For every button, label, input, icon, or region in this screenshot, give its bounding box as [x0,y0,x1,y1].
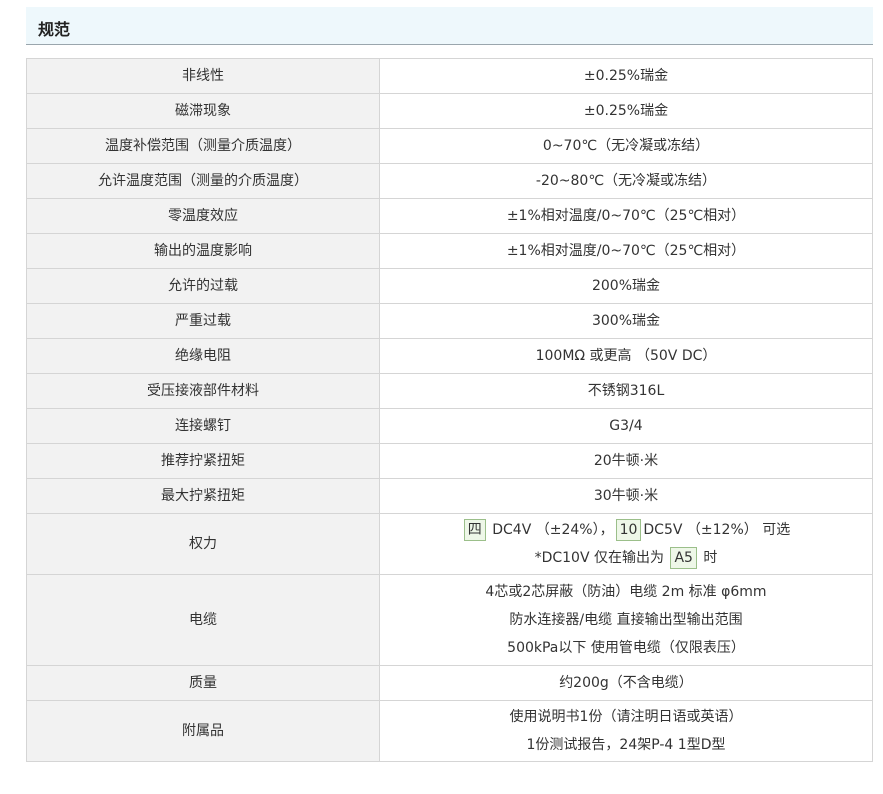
power-text-4: 时 [698,550,718,566]
row-label: 推荐拧紧扭矩 [26,443,380,479]
table-row-cable: 电缆 4芯或2芯屏蔽（防油）电缆 2m 标准 φ6mm 防水连接器/电缆 直接输… [26,574,873,666]
row-value: 100MΩ 或更高 （50V DC） [379,338,873,374]
row-value: 约200g（不含电缆） [379,665,873,701]
row-value: 0~70℃（无冷凝或冻结） [379,128,873,164]
cable-value: 4芯或2芯屏蔽（防油）电缆 2m 标准 φ6mm 防水连接器/电缆 直接输出型输… [379,574,873,666]
cable-line-3: 500kPa以下 使用管电缆（仅限表压） [507,640,745,656]
row-label: 允许的过载 [26,268,380,304]
power-text-3: *DC10V 仅在输出为 [534,550,669,566]
power-tag-a5: A5 [670,547,697,569]
table-row: 磁滞现象 ±0.25%瑞金 [26,93,873,129]
row-label: 绝缘电阻 [26,338,380,374]
table-row: 允许温度范围（测量的介质温度） -20~80℃（无冷凝或冻结） [26,163,873,199]
table-row: 最大拧紧扭矩 30牛顿·米 [26,478,873,514]
row-value: 不锈钢316L [379,373,873,409]
row-value: ±0.25%瑞金 [379,93,873,129]
power-text-2: DC5V （±12%） 可选 [643,522,791,538]
row-label: 温度补偿范围（测量介质温度） [26,128,380,164]
row-label: 磁滞现象 [26,93,380,129]
section-title: 规范 [38,20,71,39]
row-value: ±1%相对温度/0~70℃（25℃相对） [379,198,873,234]
row-label: 受压接液部件材料 [26,373,380,409]
row-value: G3/4 [379,408,873,444]
table-row: 绝缘电阻 100MΩ 或更高 （50V DC） [26,338,873,374]
row-label: 权力 [26,513,380,575]
accessories-value: 使用说明书1份（请注明日语或英语） 1份测试报告，24架P-4 1型D型 [379,700,873,762]
section-header: 规范 [26,7,873,45]
row-label: 质量 [26,665,380,701]
row-value: 200%瑞金 [379,268,873,304]
row-label: 允许温度范围（测量的介质温度） [26,163,380,199]
table-row: 非线性 ±0.25%瑞金 [26,58,873,94]
accessories-line-2: 1份测试报告，24架P-4 1型D型 [526,737,726,753]
cable-line-1: 4芯或2芯屏蔽（防油）电缆 2m 标准 φ6mm [485,584,767,600]
table-row: 受压接液部件材料 不锈钢316L [26,373,873,409]
row-value: ±0.25%瑞金 [379,58,873,94]
row-value: 20牛顿·米 [379,443,873,479]
table-row: 温度补偿范围（测量介质温度） 0~70℃（无冷凝或冻结） [26,128,873,164]
row-label: 附属品 [26,700,380,762]
accessories-line-1: 使用说明书1份（请注明日语或英语） [509,709,743,725]
row-label: 严重过载 [26,303,380,339]
row-label: 输出的温度影响 [26,233,380,269]
power-text-1: DC4V （±24%）， [487,522,614,538]
row-label: 最大拧紧扭矩 [26,478,380,514]
table-row-accessories: 附属品 使用说明书1份（请注明日语或英语） 1份测试报告，24架P-4 1型D型 [26,700,873,762]
row-value: 30牛顿·米 [379,478,873,514]
power-tag-4: 四 [463,519,486,541]
table-row: 连接螺钉 G3/4 [26,408,873,444]
table-row: 允许的过载 200%瑞金 [26,268,873,304]
table-row: 推荐拧紧扭矩 20牛顿·米 [26,443,873,479]
row-label: 非线性 [26,58,380,94]
table-row: 零温度效应 ±1%相对温度/0~70℃（25℃相对） [26,198,873,234]
power-tag-10: 10 [615,519,642,541]
row-value: -20~80℃（无冷凝或冻结） [379,163,873,199]
power-line-1: 四 DC4V （±24%）， 10 DC5V （±12%） 可选 [386,516,866,544]
table-row-mass: 质量 约200g（不含电缆） [26,665,873,701]
row-value: 300%瑞金 [379,303,873,339]
power-line-2: *DC10V 仅在输出为 A5 时 [386,544,866,572]
row-label: 电缆 [26,574,380,666]
power-value: 四 DC4V （±24%）， 10 DC5V （±12%） 可选 *DC10V 仅在… [379,513,873,575]
row-label: 连接螺钉 [26,408,380,444]
table-row: 输出的温度影响 ±1%相对温度/0~70℃（25℃相对） [26,233,873,269]
row-value: ±1%相对温度/0~70℃（25℃相对） [379,233,873,269]
row-label: 零温度效应 [26,198,380,234]
table-row-power: 权力 四 DC4V （±24%）， 10 DC5V （±12%） 可选 *DC10V… [26,513,873,575]
spec-table: 非线性 ±0.25%瑞金 磁滞现象 ±0.25%瑞金 温度补偿范围（测量介质温度… [26,58,873,762]
table-row: 严重过载 300%瑞金 [26,303,873,339]
cable-line-2: 防水连接器/电缆 直接输出型输出范围 [509,612,743,628]
